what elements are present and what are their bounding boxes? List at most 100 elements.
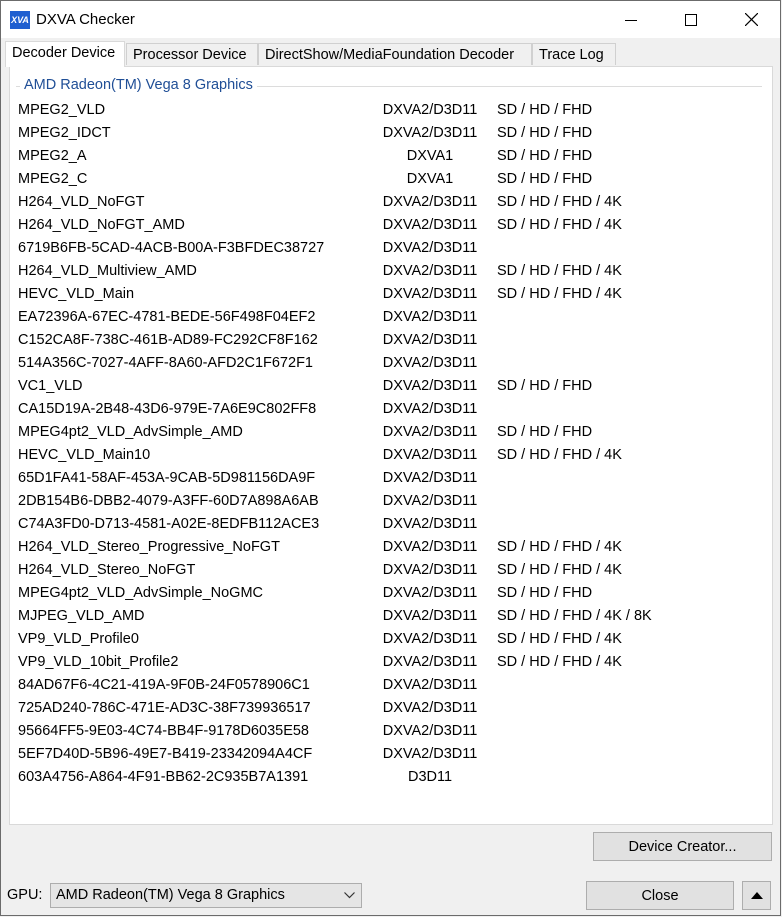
decoder-api: DXVA2/D3D11: [382, 562, 478, 578]
close-icon: [744, 13, 758, 26]
decoder-row[interactable]: H264_VLD_Multiview_AMD DXVA2/D3D11 SD / HD…: [10, 260, 772, 283]
decoder-row[interactable]: MPEG4pt2_VLD_AdvSimple_AMD DXVA2/D3D11 SD …: [10, 421, 772, 444]
decoder-name: HEVC_VLD_Main10: [18, 447, 151, 463]
device-creator-button[interactable]: Device Creator...: [593, 832, 772, 861]
decoder-row[interactable]: MPEG2_IDCT DXVA2/D3D11 SD / HD / FHD: [10, 122, 772, 145]
maximize-button[interactable]: [662, 1, 720, 38]
chevron-down-icon: [344, 892, 355, 899]
decoder-api: DXVA2/D3D11: [382, 631, 478, 647]
decoder-name: MPEG2_C: [18, 171, 88, 187]
decoder-row[interactable]: VC1_VLD DXVA2/D3D11 SD / HD / FHD: [10, 375, 772, 398]
decoder-row[interactable]: 2DB154B6-DBB2-4079-A3FF-60D7A898A6AB DXVA…: [10, 490, 772, 513]
decoder-api: DXVA2/D3D11: [382, 746, 478, 762]
decoder-row[interactable]: MPEG2_C DXVA1 SD / HD / FHD: [10, 168, 772, 191]
tab-trace-log[interactable]: Trace Log: [532, 43, 616, 65]
decoder-row[interactable]: MJPEG_VLD_AMD DXVA2/D3D11 SD / HD / FHD / …: [10, 605, 772, 628]
decoder-row[interactable]: 725AD240-786C-471E-AD3C-38F739936517 DXVA…: [10, 697, 772, 720]
decoder-row[interactable]: MPEG2_VLD DXVA2/D3D11 SD / HD / FHD: [10, 99, 772, 122]
decoder-row[interactable]: 84AD67F6-4C21-419A-9F0B-24F0578906C1 DXVA…: [10, 674, 772, 697]
decoder-resolutions: SD / HD / FHD: [497, 585, 593, 601]
decoder-row[interactable]: HEVC_VLD_Main DXVA2/D3D11 SD / HD / FHD / …: [10, 283, 772, 306]
decoder-row[interactable]: 95664FF5-9E03-4C74-BB4F-9178D6035E58 DXVA…: [10, 720, 772, 743]
decoder-name: 95664FF5-9E03-4C74-BB4F-9178D6035E58: [18, 723, 309, 739]
decoder-name: H264_VLD_NoFGT: [18, 194, 145, 210]
decoder-resolutions: SD / HD / FHD / 4K: [497, 539, 622, 555]
decoder-name: HEVC_VLD_Main: [18, 286, 135, 302]
close-window-button[interactable]: [722, 1, 780, 38]
decoder-row[interactable]: VP9_VLD_Profile0 DXVA2/D3D11 SD / HD / FHD…: [10, 628, 772, 651]
decoder-name: MPEG4pt2_VLD_AdvSimple_AMD: [18, 424, 243, 440]
decoder-api: DXVA2/D3D11: [382, 240, 478, 256]
decoder-name: H264_VLD_Stereo_NoFGT: [18, 562, 196, 578]
decoder-row[interactable]: H264_VLD_NoFGT_AMD DXVA2/D3D11 SD / HD / F…: [10, 214, 772, 237]
decoder-name: 2DB154B6-DBB2-4079-A3FF-60D7A898A6AB: [18, 493, 319, 509]
decoder-name: 603A4756-A864-4F91-BB62-2C935B7A1391: [18, 769, 309, 785]
decoder-api: DXVA2/D3D11: [382, 700, 478, 716]
decoder-name: H264_VLD_NoFGT_AMD: [18, 217, 185, 233]
decoder-api: DXVA2/D3D11: [382, 723, 478, 739]
group-label: AMD Radeon(TM) Vega 8 Graphics: [20, 77, 257, 93]
decoder-name: 5EF7D40D-5B96-49E7-B419-23342094A4CF: [18, 746, 313, 762]
decoder-api: DXVA2/D3D11: [382, 470, 478, 486]
decoder-name: MPEG2_A: [18, 148, 87, 164]
decoder-name: H264_VLD_Stereo_Progressive_NoFGT: [18, 539, 280, 555]
decoder-resolutions: SD / HD / FHD / 4K: [497, 447, 622, 463]
decoder-row[interactable]: VP9_VLD_10bit_Profile2 DXVA2/D3D11 SD / HD…: [10, 651, 772, 674]
decoder-name: C152CA8F-738C-461B-AD89-FC292CF8F162: [18, 332, 318, 348]
gpu-label: GPU:: [7, 887, 43, 903]
decoder-row[interactable]: H264_VLD_NoFGT DXVA2/D3D11 SD / HD / FHD /…: [10, 191, 772, 214]
decoder-row[interactable]: EA72396A-67EC-4781-BEDE-56F498F04EF2 DXVA…: [10, 306, 772, 329]
decoder-api: DXVA2/D3D11: [382, 516, 478, 532]
close-button[interactable]: Close: [586, 881, 734, 910]
decoder-row[interactable]: MPEG4pt2_VLD_AdvSimple_NoGMC DXVA2/D3D11 S…: [10, 582, 772, 605]
decoder-resolutions: SD / HD / FHD / 4K / 8K: [497, 608, 652, 624]
decoder-row[interactable]: HEVC_VLD_Main10 DXVA2/D3D11 SD / HD / FHD …: [10, 444, 772, 467]
decoder-name: CA15D19A-2B48-43D6-979E-7A6E9C802FF8: [18, 401, 317, 417]
tab-processor-device[interactable]: Processor Device: [126, 43, 258, 65]
decoder-api: DXVA2/D3D11: [382, 493, 478, 509]
decoder-name: MPEG2_VLD: [18, 102, 106, 118]
minimize-button[interactable]: [602, 1, 660, 38]
decoder-api: DXVA2/D3D11: [382, 608, 478, 624]
app-window: XVA DXVA Checker Decoder Device Processo…: [0, 0, 781, 916]
tab-decoder-device[interactable]: Decoder Device: [5, 41, 125, 67]
gpu-select[interactable]: AMD Radeon(TM) Vega 8 Graphics: [50, 883, 362, 908]
decoder-row[interactable]: H264_VLD_Stereo_NoFGT DXVA2/D3D11 SD / HD …: [10, 559, 772, 582]
maximize-icon: [685, 13, 697, 26]
decoder-name: VP9_VLD_Profile0: [18, 631, 139, 647]
decoder-api: DXVA1: [406, 171, 454, 187]
decoder-name: VC1_VLD: [18, 378, 83, 394]
decoder-api: DXVA2/D3D11: [382, 424, 478, 440]
decoder-row[interactable]: 5EF7D40D-5B96-49E7-B419-23342094A4CF DXVA…: [10, 743, 772, 766]
decoder-row[interactable]: H264_VLD_Stereo_Progressive_NoFGT DXVA2/D…: [10, 536, 772, 559]
decoder-row[interactable]: CA15D19A-2B48-43D6-979E-7A6E9C802FF8 DXVA…: [10, 398, 772, 421]
decoder-resolutions: SD / HD / FHD / 4K: [497, 263, 622, 279]
decoder-row[interactable]: 603A4756-A864-4F91-BB62-2C935B7A1391 D3D1…: [10, 766, 772, 789]
decoder-api: DXVA2/D3D11: [382, 677, 478, 693]
decoder-api: DXVA2/D3D11: [382, 401, 478, 417]
title-bar[interactable]: XVA DXVA Checker: [1, 1, 780, 38]
decoder-api: DXVA2/D3D11: [382, 355, 478, 371]
decoder-row[interactable]: 65D1FA41-58AF-453A-9CAB-5D981156DA9F DXVA…: [10, 467, 772, 490]
decoder-row[interactable]: C152CA8F-738C-461B-AD89-FC292CF8F162 DXVA…: [10, 329, 772, 352]
decoder-api: DXVA2/D3D11: [382, 217, 478, 233]
decoder-resolutions: SD / HD / FHD / 4K: [497, 217, 622, 233]
decoder-api: D3D11: [407, 769, 453, 785]
decoder-name: MPEG2_IDCT: [18, 125, 111, 141]
decoder-row[interactable]: 6719B6FB-5CAD-4ACB-B00A-F3BFDEC38727 DXVA…: [10, 237, 772, 260]
decoder-name: 6719B6FB-5CAD-4ACB-B00A-F3BFDEC38727: [18, 240, 325, 256]
decoder-row[interactable]: MPEG2_A DXVA1 SD / HD / FHD: [10, 145, 772, 168]
decoder-name: 84AD67F6-4C21-419A-9F0B-24F0578906C1: [18, 677, 310, 693]
tab-directshow-mediafoundation-decoder[interactable]: DirectShow/MediaFoundation Decoder: [258, 43, 532, 65]
decoder-resolutions: SD / HD / FHD: [497, 171, 593, 187]
decoder-row[interactable]: C74A3FD0-D713-4581-A02E-8EDFB112ACE3 DXVA…: [10, 513, 772, 536]
decoder-row[interactable]: 514A356C-7027-4AFF-8A60-AFD2C1F672F1 DXVA…: [10, 352, 772, 375]
app-logo-icon: XVA: [10, 11, 30, 29]
scroll-up-button[interactable]: [742, 881, 771, 910]
decoder-name: 514A356C-7027-4AFF-8A60-AFD2C1F672F1: [18, 355, 313, 371]
decoder-api: DXVA2/D3D11: [382, 332, 478, 348]
decoder-resolutions: SD / HD / FHD: [497, 424, 593, 440]
decoder-resolutions: SD / HD / FHD / 4K: [497, 631, 622, 647]
decoder-api: DXVA2/D3D11: [382, 194, 478, 210]
decoder-api: DXVA2/D3D11: [382, 378, 478, 394]
